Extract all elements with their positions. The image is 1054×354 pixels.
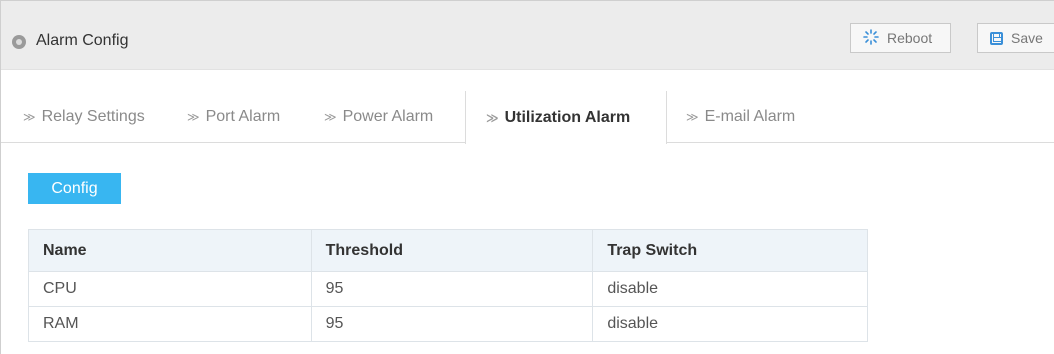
- column-header-name: Name: [28, 229, 312, 272]
- column-header-trap-switch: Trap Switch: [592, 229, 868, 272]
- location-pin-icon: [12, 35, 26, 49]
- chevron-right-icon: ≫: [486, 110, 499, 125]
- column-header-threshold: Threshold: [310, 229, 594, 272]
- tab-label: Port Alarm: [205, 108, 281, 125]
- page-header: Alarm Config Reboot Save: [1, 1, 1054, 70]
- cell-trap-switch: disable: [592, 306, 868, 342]
- reboot-label: Reboot: [887, 30, 933, 46]
- tab-email-alarm[interactable]: ≫ E-mail Alarm: [686, 91, 795, 143]
- floppy-disk-icon: [990, 32, 1003, 45]
- chevron-right-icon: ≫: [324, 110, 337, 124]
- tab-label: Power Alarm: [342, 108, 434, 125]
- page-title: Alarm Config: [36, 32, 129, 49]
- tab-label: Utilization Alarm: [504, 108, 631, 126]
- config-button[interactable]: Config: [28, 173, 121, 204]
- cell-name: RAM: [28, 306, 312, 342]
- cell-threshold: 95: [310, 306, 594, 342]
- cell-threshold: 95: [310, 271, 594, 307]
- utilization-alarm-table: Name Threshold Trap Switch CPU 95 disabl…: [28, 229, 868, 342]
- chevron-right-icon: ≫: [23, 110, 36, 124]
- cell-trap-switch: disable: [592, 271, 868, 307]
- table-row[interactable]: RAM 95 disable: [28, 306, 868, 342]
- tab-utilization-alarm[interactable]: ≫ Utilization Alarm: [465, 91, 667, 144]
- tab-relay-settings[interactable]: ≫ Relay Settings: [23, 91, 145, 143]
- spinner-icon: [863, 28, 879, 48]
- tab-label: Relay Settings: [41, 108, 145, 125]
- reboot-button[interactable]: Reboot: [850, 23, 951, 53]
- save-label: Save: [1011, 30, 1043, 46]
- cell-name: CPU: [28, 271, 312, 307]
- table-row[interactable]: CPU 95 disable: [28, 271, 868, 307]
- save-button[interactable]: Save: [977, 23, 1054, 53]
- chevron-right-icon: ≫: [187, 110, 200, 124]
- chevron-right-icon: ≫: [686, 110, 699, 124]
- tab-power-alarm[interactable]: ≫ Power Alarm: [324, 91, 433, 143]
- tab-bar: ≫ Relay Settings ≫ Port Alarm ≫ Power Al…: [1, 91, 1054, 144]
- tab-label: E-mail Alarm: [704, 108, 796, 125]
- tab-port-alarm[interactable]: ≫ Port Alarm: [187, 91, 280, 143]
- table-header-row: Name Threshold Trap Switch: [28, 229, 868, 272]
